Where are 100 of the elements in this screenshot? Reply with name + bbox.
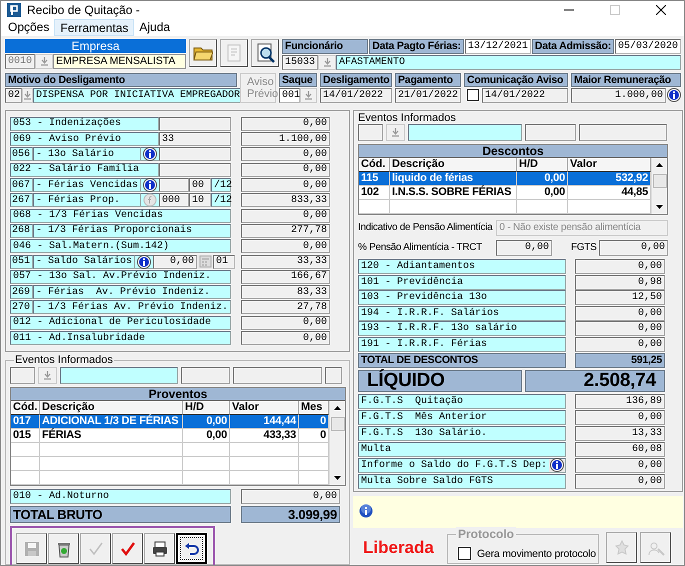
checkbox[interactable] [467,88,479,101]
input-field[interactable]: 10 [189,193,211,208]
input-field[interactable]: 33 [159,132,231,146]
menu-item[interactable]: Ferramentas [54,18,134,36]
amount-field: 277,78 [241,224,330,238]
code-label: 267 [10,193,33,208]
download-arrow-icon [322,58,332,67]
close-icon [656,4,666,15]
code-label: 270 [10,300,33,314]
input-field[interactable] [525,124,576,141]
suffix-label: /12 [211,193,231,208]
column-header: Cód. [359,158,390,172]
input-field[interactable] [358,124,383,141]
amount-field: 0,00 [241,489,340,504]
lookup-button[interactable] [318,54,336,70]
date-field[interactable]: 05/03/2020 [615,38,681,54]
delete-button[interactable] [48,533,79,564]
group-label: Protocolo [456,526,516,541]
code-field[interactable]: 02 [5,88,22,103]
input-field[interactable] [233,367,322,384]
table-row[interactable]: 017 ADICIONAL 1/3 DE FÉRIAS 0,00 144,44 0 [11,415,329,429]
input-field[interactable] [60,367,178,384]
total-value: 591,25 [575,352,665,368]
input-field[interactable] [579,124,667,141]
amount-field: 833,33 [241,193,330,208]
menu-item[interactable]: Ajuda [134,18,176,36]
net-label: LÍQUIDO [358,370,522,392]
info-icon [359,504,373,518]
employee-field[interactable]: AFASTAMENTO [336,54,681,70]
code-field[interactable]: 0010 [5,54,35,69]
input-field[interactable]: 0,00 [153,254,198,269]
total-label: TOTAL BRUTO [10,506,231,523]
scrollbar-thumb[interactable] [330,417,344,431]
amount-field: 60,08 [575,442,665,457]
date-field[interactable]: 14/01/2022 [482,88,568,103]
input-field[interactable]: 0,00 [496,240,552,256]
amount-field[interactable]: 1.000,00 [571,88,666,103]
undo-button[interactable] [176,533,207,564]
field-label: Data Admissão: [532,38,614,54]
total-label: TOTAL DE DESCONTOS [358,352,566,368]
scrollbar[interactable] [651,158,667,214]
preview-button[interactable] [251,38,279,67]
field-label: Pagamento [395,72,461,87]
lookup-button[interactable] [386,124,405,141]
input-field[interactable]: 0,00 [599,240,668,256]
confirm-button[interactable] [112,533,143,564]
menu-item[interactable]: Opções [3,18,54,36]
input-field[interactable] [325,367,342,384]
input-field[interactable]: 01 [213,254,236,269]
code-field[interactable]: 15033 [282,54,318,70]
field-label: % Pensão Alimentícia - TRCT [358,242,483,254]
input-field[interactable] [408,124,522,141]
input-field[interactable] [181,367,230,384]
amount-field: 83,33 [241,285,330,300]
lookup-button[interactable] [22,88,33,103]
column-header: Cód. [11,401,40,415]
input-field[interactable] [159,116,231,131]
group-label: Eventos Informados [358,112,457,124]
open-button[interactable] [189,38,217,67]
date-field[interactable]: 21/01/2022 [395,88,462,103]
input-field[interactable] [159,178,190,192]
table-row[interactable]: 102 I.N.S.S. SOBRE FÉRIAS 0,00 44,85 [359,186,651,200]
company-field[interactable]: EMPRESA MENSALISTA [53,54,186,69]
amount-field: 166,67 [241,270,330,284]
input-field[interactable]: 00 [189,178,212,192]
check-icon [86,540,104,558]
date-field[interactable]: 13/12/2021 [464,38,531,54]
table-row[interactable]: 115 liquido de férias 0,00 532,92 [359,172,651,186]
lookup-button[interactable] [38,367,57,384]
earning-label: - Saldo Salários [33,254,136,269]
table-cell [11,457,40,471]
info-icon [143,178,158,192]
lookup-button[interactable] [35,54,53,69]
total-value: 3.099,99 [241,506,340,523]
fgts-label: Multa [361,444,392,455]
column-header: Descrição [40,401,183,415]
table-cell [183,457,230,471]
lookup-button[interactable] [300,88,317,103]
table-cell: 433,33 [230,429,299,443]
scrollbar[interactable] [329,401,345,485]
scrollbar-thumb[interactable] [652,174,666,188]
table-row[interactable]: 015 FÉRIAS 0,00 433,33 0 [11,429,329,443]
download-arrow-icon [43,371,52,380]
print-button[interactable] [144,533,175,564]
column-header: H/D [183,401,230,415]
input-field[interactable] [159,162,231,177]
column-header: Valor [230,401,299,415]
input-field[interactable] [159,147,231,162]
table-cell: ADICIONAL 1/3 DE FÉRIAS [40,415,183,429]
input-field[interactable] [10,367,35,384]
amount-field: 0,00 [241,208,330,223]
earning-label: 046 - Sal.Matern.(Sum.142) [10,239,231,254]
date-field[interactable]: 14/01/2022 [320,88,392,103]
earning-label: - 13o Salário [33,147,141,162]
table-cell [517,200,568,214]
amount-field: 136,89 [575,394,665,409]
input-field[interactable]: 000 [159,193,189,208]
code-label: 268 [10,224,33,238]
amount-field: 0,00 [575,458,665,473]
code-field[interactable]: 001 [279,88,300,103]
